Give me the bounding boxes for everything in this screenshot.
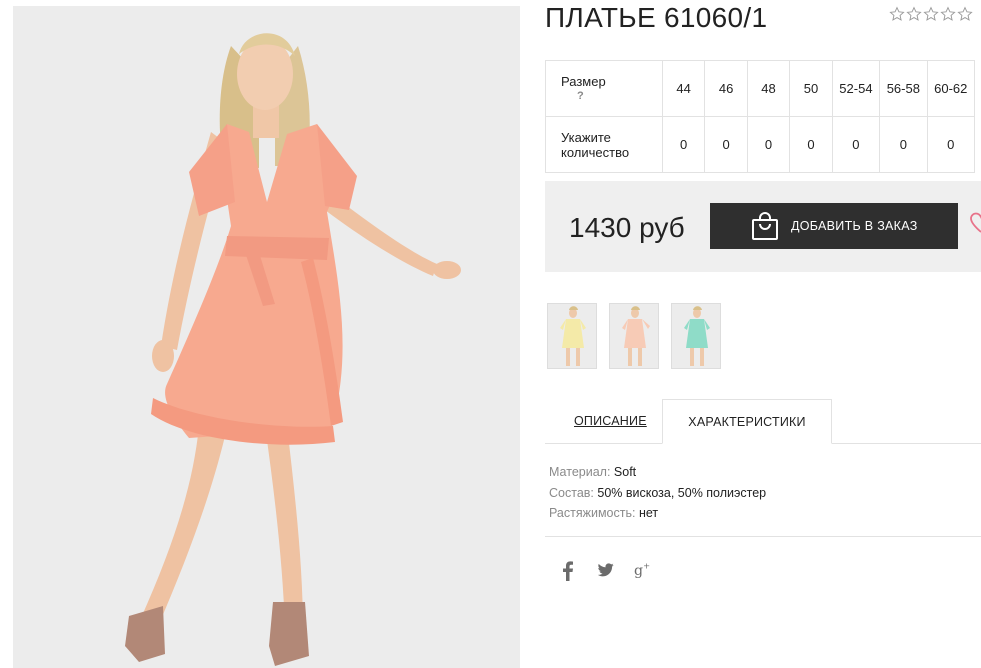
twitter-icon[interactable] [598, 563, 614, 577]
add-to-order-button[interactable]: ДОБАВИТЬ В ЗАКАЗ [710, 203, 958, 249]
size-cell: 56-58 [879, 60, 928, 117]
main-product-photo[interactable] [13, 6, 520, 668]
star-icon[interactable] [923, 6, 939, 22]
product-title: ПЛАТЬЕ 61060/1 [545, 2, 768, 33]
size-table: Размер ? 44 46 48 50 52-54 56-58 60-62 У… [545, 60, 976, 173]
rating-stars[interactable] [889, 6, 973, 22]
characteristic-value: 50% вискоза, 50% полиэстер [597, 485, 767, 500]
shopping-bag-icon [752, 212, 778, 240]
google-plus-icon[interactable]: g + [634, 560, 654, 580]
star-icon[interactable] [906, 6, 922, 22]
characteristic-row: Состав: 50% вискоза, 50% полиэстер [549, 483, 766, 504]
characteristic-label: Состав: [549, 485, 594, 500]
buy-box: 1430 руб ДОБАВИТЬ В ЗАКАЗ [545, 181, 981, 272]
quantity-input[interactable]: 0 [879, 116, 928, 173]
size-header-label: Размер [561, 73, 606, 89]
size-cell: 48 [746, 60, 791, 117]
star-icon[interactable] [957, 6, 973, 22]
characteristics-list: Материал: Soft Состав: 50% вискоза, 50% … [549, 462, 766, 524]
tab-description[interactable]: ОПИСАНИЕ [574, 414, 647, 428]
svg-text:+: + [643, 560, 650, 570]
quantity-input[interactable]: 0 [704, 116, 748, 173]
size-cell: 50 [789, 60, 833, 117]
quantity-input[interactable]: 0 [789, 116, 833, 173]
quantity-label: количество [561, 144, 630, 160]
quantity-input[interactable]: 0 [831, 116, 881, 173]
quantity-row: Укажите количество 0 0 0 0 0 0 0 [545, 116, 976, 173]
characteristic-value: Soft [613, 465, 637, 479]
size-header-cell: Размер ? [545, 60, 663, 117]
add-to-order-label: ДОБАВИТЬ В ЗАКАЗ [791, 219, 918, 233]
size-cell: 60-62 [926, 60, 976, 117]
size-cell: 46 [704, 60, 748, 117]
quantity-header-cell: Укажите количество [545, 116, 663, 173]
characteristic-value: нет [638, 506, 659, 520]
tab-characteristics[interactable]: ХАРАКТЕРИСТИКИ [662, 399, 832, 444]
characteristic-label: Растяжимость: [549, 506, 636, 520]
size-help-icon[interactable]: ? [577, 89, 662, 104]
star-icon[interactable] [940, 6, 956, 22]
thumbnail-peach[interactable] [609, 303, 659, 369]
thumbnail-mint[interactable] [671, 303, 721, 369]
size-row: Размер ? 44 46 48 50 52-54 56-58 60-62 [545, 60, 976, 117]
size-cell: 44 [661, 60, 706, 117]
size-cell: 52-54 [831, 60, 881, 117]
characteristic-label: Материал: [549, 465, 611, 479]
facebook-icon[interactable] [562, 561, 574, 581]
price: 1430 руб [569, 212, 685, 243]
quantity-input[interactable]: 0 [926, 116, 976, 173]
characteristic-row: Материал: Soft [549, 462, 766, 483]
characteristic-row: Растяжимость: нет [549, 503, 766, 524]
quantity-input[interactable]: 0 [661, 116, 706, 173]
heart-icon[interactable] [970, 211, 981, 235]
star-icon[interactable] [889, 6, 905, 22]
social-divider [545, 536, 981, 537]
thumbnail-yellow[interactable] [547, 303, 597, 369]
svg-text:g: g [634, 563, 643, 579]
quantity-input[interactable]: 0 [746, 116, 791, 173]
quantity-label: Укажите [561, 129, 611, 145]
